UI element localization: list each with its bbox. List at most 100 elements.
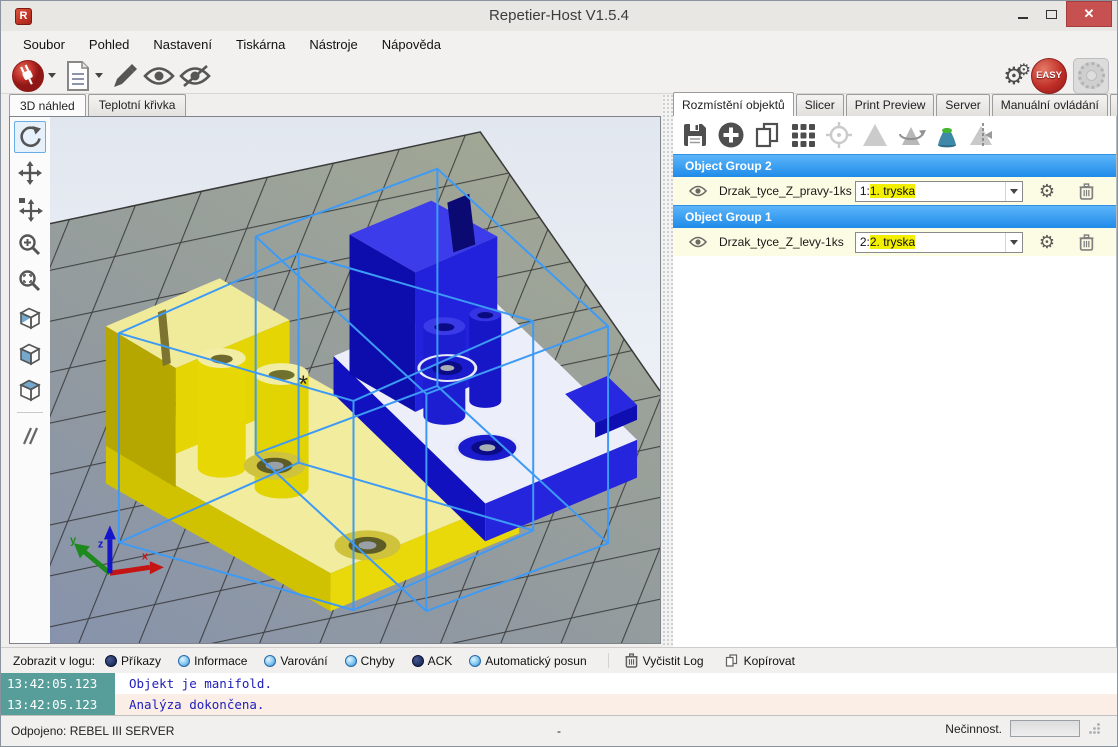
object-name: Drzak_tyce_Z_levy-1ks [719, 235, 855, 249]
tab-sd-karta[interactable]: SD karta [1110, 94, 1118, 116]
move-object-icon[interactable] [14, 193, 46, 225]
edit-pencil-icon[interactable] [109, 61, 139, 91]
app-window: R Repetier-Host V1.5.4 ✕ Soubor Pohled N… [0, 0, 1118, 747]
log-row: 13:42:05.123Objekt je manifold. [1, 673, 1117, 694]
tab-rozmisteni-objektu[interactable]: Rozmístění objektů [673, 92, 794, 116]
copy-object-icon[interactable] [749, 119, 785, 151]
menu-nastroje[interactable]: Nástroje [297, 33, 369, 56]
object-group-header[interactable]: Object Group 1 [673, 205, 1116, 228]
menu-nastaveni[interactable]: Nastavení [141, 33, 224, 56]
view-top-icon[interactable] [14, 373, 46, 405]
add-object-icon[interactable] [713, 119, 749, 151]
delete-object-trash-icon[interactable] [1079, 234, 1094, 251]
svg-text:y: y [70, 534, 77, 546]
scale-object-icon[interactable] [857, 119, 893, 151]
view-front-icon[interactable] [14, 337, 46, 369]
copy-icon [724, 653, 739, 668]
tab-3d-nahled[interactable]: 3D náhled [9, 94, 86, 116]
easy-mode-button[interactable]: EASY [1031, 58, 1067, 94]
menu-bar: Soubor Pohled Nastavení Tiskárna Nástroj… [1, 31, 1117, 58]
resize-grip[interactable] [1088, 722, 1101, 735]
log-filter-label: Zobrazit v logu: [13, 654, 95, 668]
object-settings-gear-icon[interactable]: ⚙ [1039, 233, 1055, 251]
move-view-icon[interactable] [14, 157, 46, 189]
main-toolbar: ⚙⚙ EASY [1, 58, 1117, 94]
right-panel-tabs: Rozmístění objektů Slicer Print Preview … [673, 94, 1116, 116]
visibility-eye-icon[interactable] [689, 236, 707, 248]
copy-log-button[interactable]: Kopírovat [724, 653, 795, 668]
zoom-in-icon[interactable] [14, 229, 46, 261]
title-bar: R Repetier-Host V1.5.4 ✕ [1, 1, 1117, 31]
right-panel: Rozmístění objektů Slicer Print Preview … [673, 94, 1117, 647]
led-icon [345, 655, 357, 667]
object-row[interactable]: Drzak_tyce_Z_levy-1ks 2:2. tryska ⚙ [673, 228, 1116, 256]
autoposition-icon[interactable] [785, 119, 821, 151]
tab-slicer[interactable]: Slicer [796, 94, 844, 116]
led-icon [264, 655, 276, 667]
filter-automaticky-posun[interactable]: Automatický posun [469, 654, 586, 668]
cursor-cross-marker: * [299, 371, 308, 398]
emergency-stop-button[interactable] [1073, 58, 1109, 94]
led-icon [412, 655, 424, 667]
tab-teplotni-krivka[interactable]: Teplotní křivka [88, 94, 187, 116]
visibility-eye-icon[interactable] [689, 185, 707, 197]
tab-manualni-ovladani[interactable]: Manuální ovládání [992, 94, 1108, 116]
filter-chyby[interactable]: Chyby [345, 654, 395, 668]
show-filament-eye-icon[interactable] [143, 64, 175, 88]
window-title: Repetier-Host V1.5.4 [1, 7, 1117, 24]
rotate-object-icon[interactable] [893, 119, 929, 151]
emergency-stop-icon [1078, 62, 1105, 89]
panel-splitter[interactable] [662, 94, 673, 647]
maximize-button[interactable] [1037, 1, 1066, 27]
rotate-view-icon[interactable] [14, 121, 46, 153]
filter-ack[interactable]: ACK [412, 654, 453, 668]
object-settings-gear-icon[interactable]: ⚙ [1039, 182, 1055, 200]
chevron-down-icon[interactable] [1005, 233, 1022, 252]
print-bed-scene[interactable]: * x y z [50, 117, 660, 643]
menu-tiskarna[interactable]: Tiskárna [224, 33, 297, 56]
extruder-select[interactable]: 1:1. tryska [855, 181, 1023, 202]
connect-dropdown-caret[interactable] [48, 73, 56, 78]
minimize-button[interactable] [1008, 1, 1037, 27]
object-group-header[interactable]: Object Group 2 [673, 154, 1116, 177]
trash-icon [625, 653, 638, 668]
clear-log-button[interactable]: Vyčistit Log [608, 653, 704, 668]
zoom-fit-icon[interactable] [14, 265, 46, 297]
object-toolbar [673, 116, 1116, 154]
viewport-toolbar [10, 117, 50, 643]
filter-prikazy[interactable]: Příkazy [105, 654, 161, 668]
view-isometric-icon[interactable] [14, 301, 46, 333]
viewport-3d[interactable]: * x y z [9, 116, 661, 644]
delete-object-trash-icon[interactable] [1079, 183, 1094, 200]
load-file-icon[interactable] [62, 60, 92, 92]
printer-settings-gears-icon[interactable]: ⚙⚙ [1003, 63, 1023, 89]
object-list: Object Group 2 Drzak_tyce_Z_pravy-1ks 1:… [673, 154, 1116, 256]
connect-printer-icon[interactable] [11, 59, 45, 93]
menu-soubor[interactable]: Soubor [11, 33, 77, 56]
cut-object-icon[interactable] [929, 119, 965, 151]
filter-informace[interactable]: Informace [178, 654, 247, 668]
load-dropdown-caret[interactable] [95, 73, 103, 78]
menu-pohled[interactable]: Pohled [77, 33, 141, 56]
filter-varovani[interactable]: Varování [264, 654, 327, 668]
save-stl-icon[interactable] [677, 119, 713, 151]
led-icon [105, 655, 117, 667]
log-filter-bar: Zobrazit v logu: Příkazy Informace Varov… [1, 647, 1117, 673]
menu-napoveda[interactable]: Nápověda [370, 33, 453, 56]
chevron-down-icon[interactable] [1005, 182, 1022, 201]
toggle-projection-icon[interactable] [14, 420, 46, 452]
extruder-select[interactable]: 2:2. tryska [855, 232, 1023, 253]
log-output[interactable]: 13:42:05.123Objekt je manifold. 13:42:05… [1, 673, 1117, 715]
printer-state-text: Nečinnost. [945, 722, 1002, 736]
view-tabs: 3D náhled Teplotní křivka [9, 94, 188, 116]
close-button[interactable]: ✕ [1066, 1, 1112, 27]
content-area: 3D náhled Teplotní křivka [1, 94, 1117, 647]
hide-travel-eye-off-icon[interactable] [179, 64, 211, 88]
log-row: 13:42:05.123Analýza dokončena. [1, 694, 1117, 715]
tab-print-preview[interactable]: Print Preview [846, 94, 935, 116]
toolbar-divider [17, 412, 43, 413]
mirror-object-icon[interactable] [965, 119, 1001, 151]
center-object-icon[interactable] [821, 119, 857, 151]
object-row[interactable]: Drzak_tyce_Z_pravy-1ks 1:1. tryska ⚙ [673, 177, 1116, 205]
tab-server[interactable]: Server [936, 94, 989, 116]
